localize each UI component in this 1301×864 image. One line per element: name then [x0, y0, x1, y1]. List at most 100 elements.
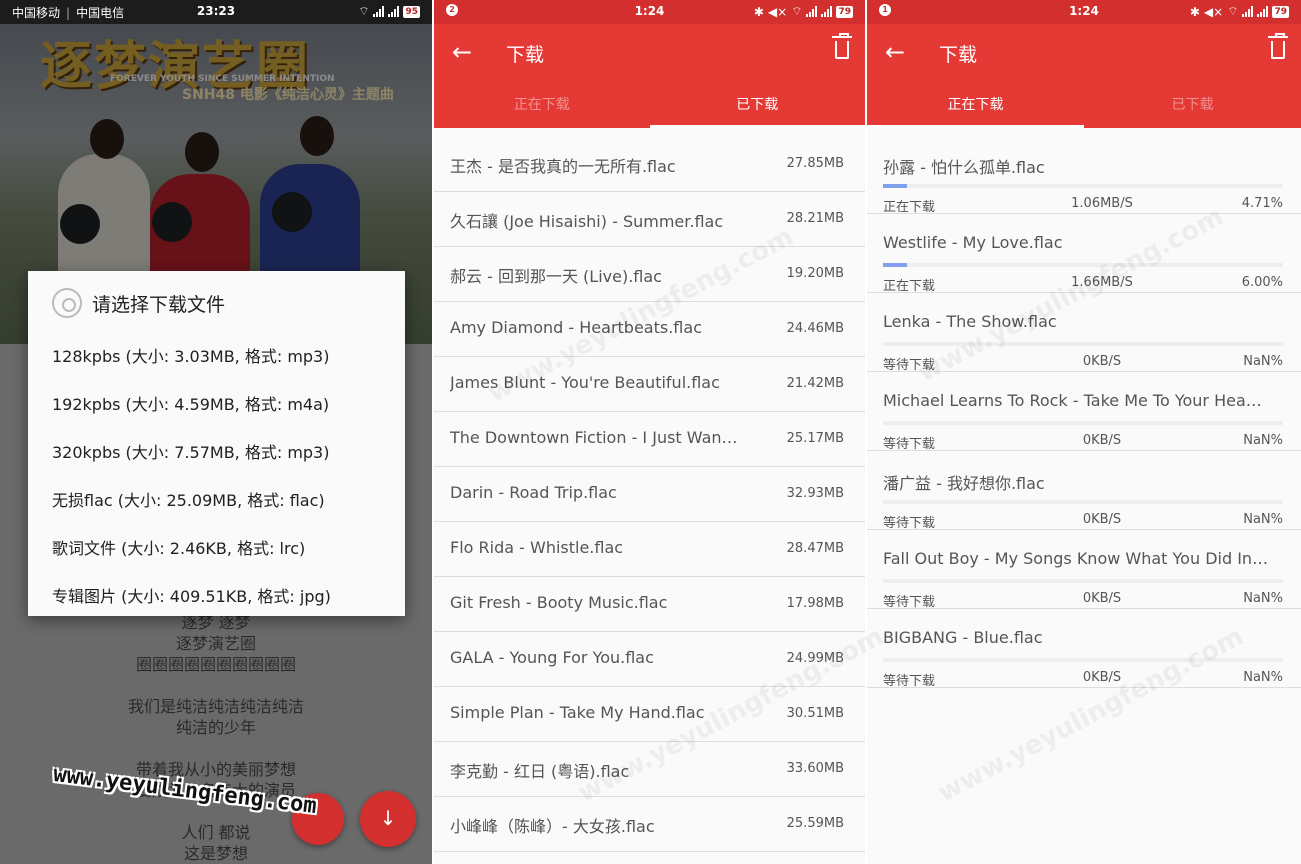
progress-fill [883, 184, 907, 188]
progress-bar [883, 421, 1283, 425]
download-status: 等待下载 [883, 595, 936, 610]
file-size: 27.85MB [786, 156, 844, 171]
mute-icon: ◀× [1203, 4, 1224, 19]
toolbar-title: 下载 [506, 44, 545, 66]
download-percent: 6.00% [1241, 275, 1283, 290]
download-file-dialog: 请选择下载文件 128kpbs (大小: 3.03MB, 格式: mp3) 19… [28, 271, 405, 616]
list-item[interactable]: 孙露 - 怕什么孤单.flac 正在下载 1.06MB/S 4.71% [867, 135, 1301, 215]
file-name: 潘广益 - 我好想你.flac [883, 474, 1045, 493]
file-size: 17.98MB [786, 596, 844, 611]
list-item[interactable]: Simple Plan - Take My Hand.flac 30.51MB [434, 687, 865, 742]
battery-icon: 79 [836, 5, 853, 18]
download-status: 等待下载 [883, 516, 936, 531]
signal-icon [373, 6, 385, 17]
file-size: 25.59MB [786, 816, 844, 831]
download-speed: 0KB/S [1082, 670, 1122, 685]
downloading-screen: 1 1:24 ✱ ◀× ⌔ 79 ← 下载 正在下载 已下载 孙露 - 怕什么孤… [867, 0, 1301, 864]
file-name: Darin - Road Trip.flac [450, 483, 617, 502]
trash-icon[interactable] [1268, 33, 1288, 59]
toolbar: ← 下载 正在下载 已下载 [867, 24, 1301, 128]
tab-downloaded[interactable]: 已下载 [650, 94, 866, 114]
battery-icon: 79 [1272, 5, 1289, 18]
tab-downloading[interactable]: 正在下载 [434, 94, 650, 114]
download-speed: 0KB/S [1082, 433, 1122, 448]
download-speed: 0KB/S [1082, 354, 1122, 369]
download-status: 正在下载 [883, 200, 936, 215]
list-item[interactable]: The Downtown Fiction - I Just Wan… 25.17M… [434, 412, 865, 467]
file-name: BIGBANG - Blue.flac [883, 628, 1043, 647]
toolbar: ← 下载 正在下载 已下载 [434, 24, 865, 128]
file-name: Lenka - The Show.flac [883, 312, 1057, 331]
dialog-option[interactable]: 无损flac (大小: 25.09MB, 格式: flac) [52, 487, 325, 511]
file-size: 19.20MB [786, 266, 844, 281]
file-name: James Blunt - You're Beautiful.flac [450, 373, 720, 392]
progress-bar [883, 342, 1283, 346]
progress-bar [883, 579, 1283, 583]
list-item[interactable]: 久石讓 (Joe Hisaishi) - Summer.flac 28.21MB [434, 192, 865, 247]
file-size: 24.46MB [786, 321, 844, 336]
download-percent: NaN% [1243, 591, 1283, 606]
dialog-option[interactable]: 128kpbs (大小: 3.03MB, 格式: mp3) [52, 343, 329, 367]
download-status: 等待下载 [883, 674, 936, 689]
back-arrow-icon[interactable]: ← [885, 38, 905, 66]
list-item[interactable]: 李克勤 - 红日 (粤语).flac 33.60MB [434, 742, 865, 797]
progress-bar [883, 500, 1283, 504]
download-fab-button[interactable]: ↓ [360, 791, 416, 847]
list-item[interactable]: Lenka - The Show.flac 等待下载 0KB/S NaN% [867, 293, 1301, 373]
lyric-line: 这是梦想 [183, 844, 248, 863]
download-percent: 4.71% [1241, 196, 1283, 211]
dialog-option[interactable]: 192kpbs (大小: 4.59MB, 格式: m4a) [52, 391, 329, 415]
progress-bar [883, 263, 1283, 267]
list-item[interactable]: 潘广益 - 我好想你.flac 等待下载 0KB/S NaN% [867, 451, 1301, 531]
status-bar: 1 1:24 ✱ ◀× ⌔ 79 [867, 0, 1301, 24]
file-size: 28.47MB [786, 541, 844, 556]
back-arrow-icon[interactable]: ← [452, 38, 472, 66]
file-name: Fall Out Boy - My Songs Know What You Di… [883, 549, 1269, 568]
file-name: 小峰峰（陈峰）- 大女孩.flac [450, 817, 655, 836]
progress-fill [883, 263, 907, 267]
list-item[interactable]: Michael Learns To Rock - Take Me To Your… [867, 372, 1301, 452]
lyric-gap [0, 675, 432, 696]
tab-downloading[interactable]: 正在下载 [867, 94, 1084, 114]
list-item[interactable]: 王杰 - 是否我真的一无所有.flac 27.85MB [434, 137, 865, 192]
dialog-option[interactable]: 专辑图片 (大小: 409.51KB, 格式: jpg) [52, 583, 331, 607]
file-name: 久石讓 (Joe Hisaishi) - Summer.flac [450, 212, 724, 231]
file-size: 30.51MB [786, 706, 844, 721]
list-item[interactable]: Fall Out Boy - My Songs Know What You Di… [867, 530, 1301, 610]
tab-indicator [867, 125, 1084, 128]
file-size: 33.60MB [786, 761, 844, 776]
file-name: 孙露 - 怕什么孤单.flac [883, 158, 1045, 177]
tab-downloaded[interactable]: 已下载 [1084, 94, 1301, 114]
list-item[interactable]: Flo Rida - Whistle.flac 28.47MB [434, 522, 865, 577]
list-item[interactable]: Amy Diamond - Heartbeats.flac 24.46MB [434, 302, 865, 357]
download-speed: 1.06MB/S [1071, 196, 1133, 211]
list-item[interactable]: Darin - Road Trip.flac 32.93MB [434, 467, 865, 522]
dialog-option[interactable]: 歌词文件 (大小: 2.46KB, 格式: lrc) [52, 535, 305, 559]
download-speed: 0KB/S [1082, 591, 1122, 606]
file-name: Michael Learns To Rock - Take Me To Your… [883, 391, 1262, 410]
list-item[interactable]: 小峰峰（陈峰）- 大女孩.flac 25.59MB [434, 797, 865, 852]
list-item[interactable]: James Blunt - You're Beautiful.flac 21.42… [434, 357, 865, 412]
list-item[interactable]: GALA - Young For You.flac 24.99MB [434, 632, 865, 687]
status-bar: 中国移动 | 中国电信 23:23 ⌔ 95 [0, 0, 432, 24]
wifi-icon: ⌔ [1227, 4, 1239, 18]
progress-bar [883, 184, 1283, 188]
list-item[interactable]: 郝云 - 回到那一天 (Live).flac 19.20MB [434, 247, 865, 302]
file-name: GALA - Young For You.flac [450, 648, 654, 667]
dialog-option[interactable]: 320kpbs (大小: 7.57MB, 格式: mp3) [52, 439, 329, 463]
downloaded-screen: 2 1:24 ✱ ◀× ⌔ 79 ← 下载 正在下载 已下载 王杰 - 是否我真… [434, 0, 865, 864]
lyric-line: 我们是纯洁纯洁纯洁纯洁 [127, 697, 304, 716]
progress-bar [883, 658, 1283, 662]
status-bar: 2 1:24 ✱ ◀× ⌔ 79 [434, 0, 865, 24]
file-name: 王杰 - 是否我真的一无所有.flac [450, 157, 676, 176]
file-name: The Downtown Fiction - I Just Wan… [450, 428, 738, 447]
file-size: 25.17MB [786, 431, 844, 446]
trash-icon[interactable] [832, 33, 852, 59]
list-item[interactable]: BIGBANG - Blue.flac 等待下载 0KB/S NaN% [867, 609, 1301, 689]
list-item[interactable]: Git Fresh - Booty Music.flac 17.98MB [434, 577, 865, 632]
signal-icon [821, 6, 833, 17]
download-status: 等待下载 [883, 358, 936, 373]
download-percent: NaN% [1243, 670, 1283, 685]
list-item[interactable]: Westlife - My Love.flac 正在下载 1.66MB/S 6.00% [867, 214, 1301, 294]
signal-icon [388, 6, 400, 17]
